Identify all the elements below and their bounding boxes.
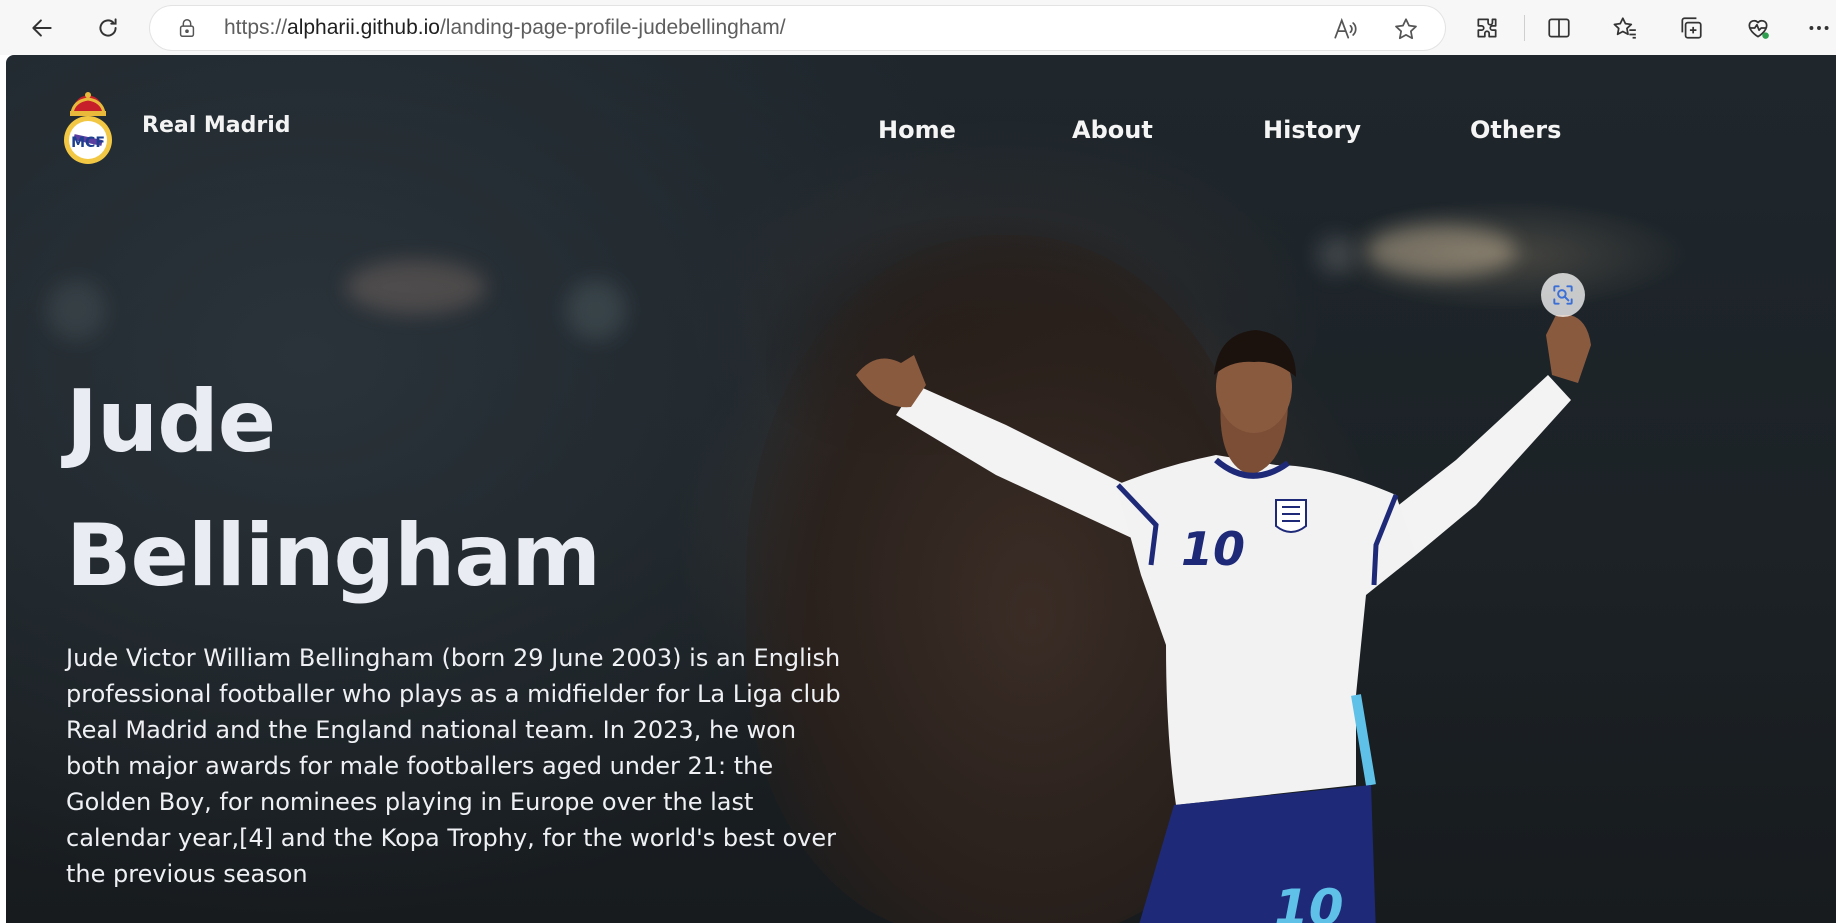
nav-about[interactable]: About: [1072, 116, 1153, 144]
real-madrid-crest-logo[interactable]: MCF: [60, 91, 116, 167]
visual-search-button[interactable]: [1541, 273, 1585, 317]
hero-first-name: Jude: [66, 372, 276, 472]
collections-icon: [1681, 17, 1702, 39]
page-viewport: MCF Real Madrid Home About History Other…: [6, 55, 1836, 923]
url-path: /landing-page-profile-judebellingham/: [439, 16, 786, 39]
bokeh-light: [346, 260, 486, 314]
split-screen-icon: [1548, 18, 1570, 38]
hero-title: Jude Bellingham: [66, 355, 601, 623]
url-text[interactable]: https://alpharii.github.io/landing-page-…: [224, 16, 786, 40]
more-icon: [1809, 26, 1829, 30]
back-button[interactable]: [22, 8, 62, 48]
visual-search-icon: [1553, 285, 1573, 305]
shorts-number: 10: [1274, 879, 1344, 923]
lock-icon[interactable]: [176, 17, 198, 39]
bokeh-light: [1366, 225, 1516, 277]
collections-button[interactable]: [1675, 12, 1707, 44]
browser-toolbar: https://alpharii.github.io/landing-page-…: [0, 0, 1836, 55]
refresh-icon: [99, 18, 117, 37]
brand-name[interactable]: Real Madrid: [142, 113, 291, 138]
hero-last-name: Bellingham: [66, 506, 601, 606]
favorites-icon: [1613, 17, 1636, 39]
nav-history[interactable]: History: [1263, 116, 1361, 144]
nav-others[interactable]: Others: [1470, 116, 1561, 144]
favorite-star-icon[interactable]: [1393, 16, 1419, 42]
extensions-button[interactable]: [1471, 12, 1503, 44]
split-screen-button[interactable]: [1543, 12, 1575, 44]
url-host: alpharii.github.io: [287, 16, 440, 39]
bokeh-light: [566, 280, 626, 340]
svg-text:MCF: MCF: [71, 135, 105, 151]
nav-home[interactable]: Home: [878, 116, 956, 144]
player-image: 10 10: [856, 315, 1591, 923]
back-arrow-icon: [32, 19, 52, 37]
extensions-icon: [1477, 18, 1497, 38]
address-bar[interactable]: https://alpharii.github.io/landing-page-…: [150, 6, 1445, 50]
read-aloud-icon[interactable]: [1332, 16, 1358, 42]
refresh-button[interactable]: [88, 8, 128, 48]
shirt-number: 10: [1181, 522, 1245, 576]
url-prefix: https://: [224, 16, 288, 39]
bokeh-light: [1316, 235, 1356, 275]
browser-essentials-button[interactable]: [1742, 12, 1774, 44]
bokeh-light: [46, 280, 106, 340]
more-button[interactable]: [1806, 12, 1832, 44]
toolbar-divider: [1524, 15, 1525, 41]
browser-essentials-icon: [1748, 19, 1769, 39]
hero-description: Jude Victor William Bellingham (born 29 …: [66, 644, 841, 888]
favorites-button[interactable]: [1609, 12, 1641, 44]
